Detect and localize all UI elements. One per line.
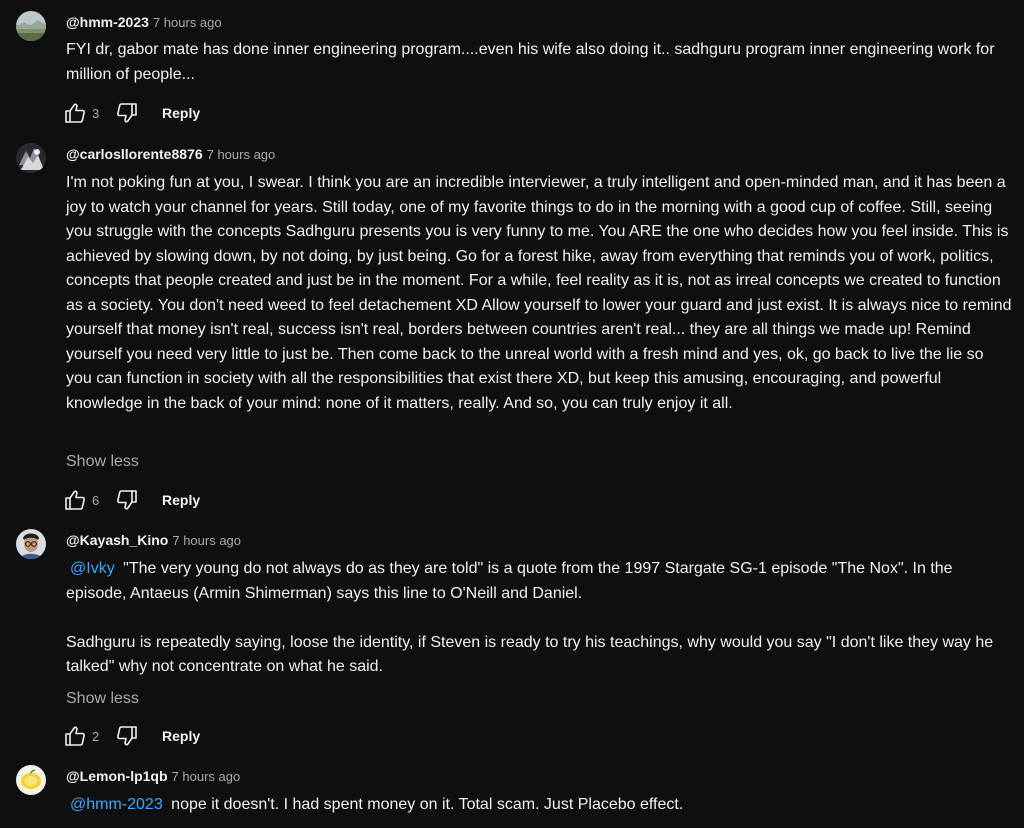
comment-header: @carlosllorente8876 7 hours ago	[66, 143, 275, 165]
show-less-button[interactable]: Show less	[66, 688, 139, 710]
avatar[interactable]	[16, 765, 46, 795]
comment-actions: 6 Reply	[60, 484, 200, 516]
comments-list: @hmm-2023 7 hours ago FYI dr, gabor mate …	[0, 0, 1024, 828]
comment-header: @hmm-2023 7 hours ago	[66, 11, 222, 33]
avatar[interactable]	[16, 529, 46, 559]
dark-illustration-avatar-icon	[16, 143, 46, 173]
author-name[interactable]: @Kayash_Kino	[66, 532, 168, 548]
avatar[interactable]	[16, 11, 46, 41]
reply-button[interactable]: Reply	[162, 492, 200, 508]
like-count: 2	[92, 728, 100, 744]
like-button[interactable]	[60, 721, 90, 751]
timestamp[interactable]: 7 hours ago	[172, 533, 241, 548]
reply-button[interactable]: Reply	[162, 105, 200, 121]
comment-paragraph: I'm not poking fun at you, I swear. I th…	[66, 174, 1012, 412]
comment-text: @hmm-2023 nope it doesn't. I had spent m…	[66, 793, 1012, 818]
dislike-button[interactable]	[112, 98, 142, 128]
thumbs-down-icon	[117, 490, 137, 510]
person-with-glasses-avatar-icon	[16, 529, 46, 559]
timestamp[interactable]: 7 hours ago	[172, 769, 241, 784]
reply-button[interactable]: Reply	[162, 728, 200, 744]
thumbs-down-icon	[117, 726, 137, 746]
comment-text: FYI dr, gabor mate has done inner engine…	[66, 38, 1012, 87]
show-less-button[interactable]: Show less	[66, 451, 139, 473]
comment-paragraph: @hmm-2023 nope it doesn't. I had spent m…	[66, 793, 1012, 818]
dislike-button[interactable]	[112, 485, 142, 515]
lemon-avatar-icon	[16, 765, 46, 795]
comment-text: I'm not poking fun at you, I swear. I th…	[66, 171, 1012, 416]
comment-paragraph-text: nope it doesn't. I had spent money on it…	[171, 796, 684, 813]
comment-header: @Kayash_Kino 7 hours ago	[66, 529, 241, 551]
comment-actions: 2 Reply	[60, 720, 200, 752]
avatar[interactable]	[16, 143, 46, 173]
thumbs-up-icon	[65, 490, 85, 510]
comment-header: @Lemon-lp1qb 7 hours ago	[66, 765, 240, 787]
like-count: 6	[92, 492, 100, 508]
thumbs-up-icon	[65, 726, 85, 746]
timestamp[interactable]: 7 hours ago	[153, 15, 222, 30]
comment-paragraph: FYI dr, gabor mate has done inner engine…	[66, 41, 995, 83]
like-button[interactable]	[60, 98, 90, 128]
like-count: 3	[92, 105, 100, 121]
like-button[interactable]	[60, 485, 90, 515]
mention-link[interactable]: @Ivky	[66, 560, 119, 577]
thumbs-up-icon	[65, 103, 85, 123]
thumbs-down-icon	[117, 103, 137, 123]
comment-actions: 3 Reply	[60, 97, 200, 129]
comment-text: @Ivky "The very young do not always do a…	[66, 557, 1012, 680]
author-name[interactable]: @carlosllorente8876	[66, 146, 203, 162]
dislike-button[interactable]	[112, 721, 142, 751]
landscape-photo-avatar-icon	[16, 11, 46, 41]
comment-paragraph-text: "The very young do not always do as they…	[66, 560, 953, 602]
author-name[interactable]: @hmm-2023	[66, 14, 149, 30]
timestamp[interactable]: 7 hours ago	[207, 147, 276, 162]
comment-paragraph: @Ivky "The very young do not always do a…	[66, 557, 1012, 606]
comment-paragraph: Sadhguru is repeatedly saying, loose the…	[66, 633, 994, 676]
author-name[interactable]: @Lemon-lp1qb	[66, 768, 168, 784]
mention-link[interactable]: @hmm-2023	[66, 796, 167, 813]
